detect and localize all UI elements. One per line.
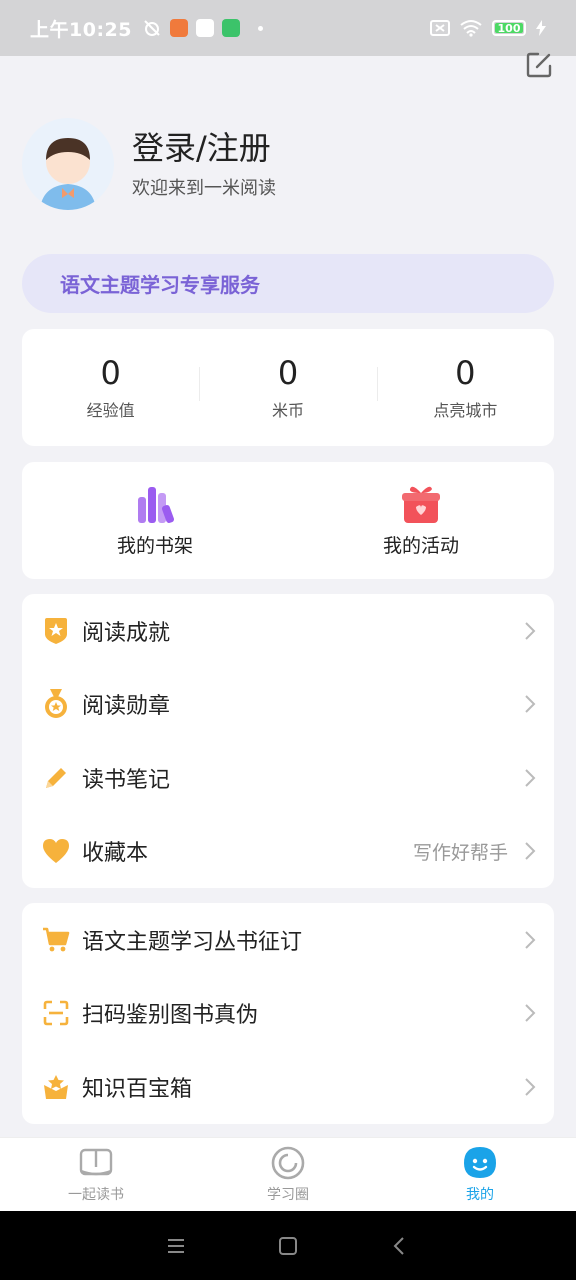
stat-value: 0 xyxy=(100,353,121,392)
tab-read-together[interactable]: 一起读书 xyxy=(0,1138,192,1211)
menu-card-services: 语文主题学习丛书征订 扫码鉴别图书真伪 知识百宝箱 xyxy=(22,903,554,1124)
status-bar: 上午10:25 100 xyxy=(0,0,576,56)
menu-item-book-order[interactable]: 语文主题学习丛书征订 xyxy=(22,903,554,977)
menu-card-reading: 阅读成就 阅读勋章 读书笔记 收藏本 写作好帮手 xyxy=(22,594,554,888)
menu-label: 读书笔记 xyxy=(82,767,171,793)
notification-icons xyxy=(142,18,263,38)
medal-icon xyxy=(42,689,70,719)
chevron-right-icon xyxy=(525,842,536,860)
menu-label: 阅读勋章 xyxy=(82,694,171,720)
edit-icon[interactable] xyxy=(524,50,554,80)
stat-value: 0 xyxy=(455,353,476,392)
treasure-box-icon xyxy=(42,1073,70,1101)
tab-label: 学习圈 xyxy=(267,1187,309,1203)
service-banner[interactable]: 语文主题学习专享服务 xyxy=(22,254,554,313)
face-icon xyxy=(464,1147,496,1178)
app-notification-icon xyxy=(169,19,188,37)
circle-icon xyxy=(271,1146,305,1180)
quick-label: 我的活动 xyxy=(382,535,459,557)
quick-label: 我的书架 xyxy=(116,535,193,557)
gift-icon xyxy=(402,486,440,523)
pencil-icon xyxy=(42,764,70,792)
menu-label: 收藏本 xyxy=(82,841,149,867)
menu-label: 扫码鉴别图书真伪 xyxy=(82,1003,259,1029)
heart-icon xyxy=(42,837,70,865)
status-time: 上午10:25 xyxy=(30,18,132,41)
bookshelf-icon xyxy=(138,487,174,523)
login-register-link[interactable]: 登录/注册 xyxy=(132,128,276,168)
back-icon[interactable] xyxy=(388,1234,412,1258)
avatar[interactable] xyxy=(22,118,114,210)
menu-label: 语文主题学习丛书征订 xyxy=(82,929,303,955)
avatar-icon xyxy=(40,138,96,210)
app-notification-icon xyxy=(221,19,240,37)
alarm-off-icon xyxy=(144,20,160,36)
chevron-right-icon xyxy=(525,931,536,949)
stat-value: 0 xyxy=(277,353,299,392)
app-notification-icon xyxy=(195,19,214,37)
tab-mine[interactable]: 我的 xyxy=(384,1138,576,1211)
wifi-icon xyxy=(460,20,482,37)
stat-label: 米币 xyxy=(271,400,304,420)
menu-item-scan-verify[interactable]: 扫码鉴别图书真伪 xyxy=(22,977,554,1051)
stat-label: 点亮城市 xyxy=(433,400,498,420)
battery-icon: 100 xyxy=(492,20,526,36)
sim-icon xyxy=(430,20,450,36)
stat-experience[interactable]: 0 经验值 xyxy=(22,355,199,421)
welcome-text: 欢迎来到一米阅读 xyxy=(132,178,276,199)
stat-label: 经验值 xyxy=(86,400,135,420)
chevron-right-icon xyxy=(525,769,536,787)
more-notifications-dot xyxy=(257,25,263,31)
menu-hint: 写作好帮手 xyxy=(412,841,508,864)
tab-label: 我的 xyxy=(466,1187,494,1203)
charging-icon xyxy=(536,20,546,36)
my-activities-button[interactable]: 我的活动 xyxy=(288,462,554,579)
quick-actions-card: 我的书架 我的活动 xyxy=(22,462,554,579)
tab-label: 一起读书 xyxy=(68,1187,124,1203)
scan-icon xyxy=(42,999,70,1027)
chevron-right-icon xyxy=(525,695,536,713)
stat-cities[interactable]: 0 点亮城市 xyxy=(376,353,554,421)
cart-icon xyxy=(42,926,70,954)
menu-item-reading-achievement[interactable]: 阅读成就 xyxy=(22,594,554,668)
menu-item-favorites[interactable]: 收藏本 写作好帮手 xyxy=(22,815,554,889)
stat-coins[interactable]: 0 米币 xyxy=(199,355,376,421)
chevron-right-icon xyxy=(525,622,536,640)
profile-header[interactable]: 登录/注册 欢迎来到一米阅读 xyxy=(22,118,276,210)
chevron-right-icon xyxy=(525,1078,536,1096)
chevron-right-icon xyxy=(525,1004,536,1023)
my-bookshelf-button[interactable]: 我的书架 xyxy=(22,462,288,579)
menu-item-reading-medal[interactable]: 阅读勋章 xyxy=(22,668,554,742)
menu-label: 阅读成就 xyxy=(82,620,171,646)
menu-label: 知识百宝箱 xyxy=(82,1076,193,1102)
system-nav-bar xyxy=(0,1211,576,1280)
home-icon[interactable] xyxy=(276,1234,300,1258)
star-shield-icon xyxy=(42,617,70,645)
book-icon xyxy=(79,1148,113,1176)
menu-item-reading-notes[interactable]: 读书笔记 xyxy=(22,741,554,815)
tab-study-circle[interactable]: 学习圈 xyxy=(192,1138,384,1211)
menu-icon[interactable] xyxy=(164,1234,188,1258)
stats-card: 0 经验值 0 米币 0 点亮城市 xyxy=(22,329,554,446)
bottom-tab-bar: 一起读书 学习圈 我的 xyxy=(0,1137,576,1211)
battery-level: 100 xyxy=(497,21,521,35)
menu-item-knowledge-box[interactable]: 知识百宝箱 xyxy=(22,1050,554,1124)
